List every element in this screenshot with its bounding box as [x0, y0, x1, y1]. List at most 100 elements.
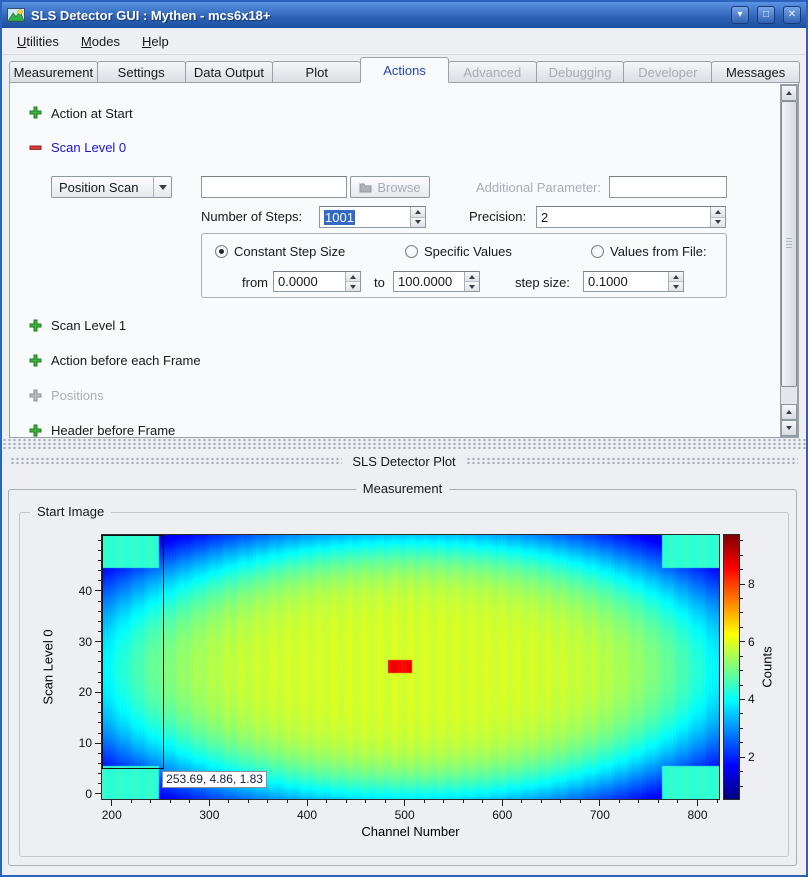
- app-window: SLS Detector GUI : Mythen - mcs6x18+ ▾ □…: [0, 0, 808, 877]
- x-major-tick: [111, 800, 112, 806]
- expand-icon-action-before-each-frame[interactable]: [29, 354, 42, 367]
- positions-label: Positions: [51, 388, 104, 403]
- radio-values-from-file[interactable]: Values from File:: [591, 244, 707, 259]
- spin-up-button[interactable]: [669, 272, 683, 282]
- scroll-down-button[interactable]: [781, 420, 797, 436]
- precision-label: Precision:: [469, 209, 526, 224]
- x-minor-tick: [170, 800, 171, 803]
- colorbar-major-tick: [740, 641, 745, 642]
- spin-up-button[interactable]: [411, 207, 425, 218]
- x-minor-tick: [677, 800, 678, 803]
- plot-dock-titlebar[interactable]: SLS Detector Plot: [2, 450, 806, 472]
- x-minor-tick: [482, 800, 483, 803]
- x-minor-tick: [424, 800, 425, 803]
- menu-modes[interactable]: Modes: [72, 31, 129, 52]
- tab-advanced: Advanced: [448, 61, 537, 83]
- radio-specific-values[interactable]: Specific Values: [405, 244, 512, 259]
- action-at-start-label[interactable]: Action at Start: [51, 106, 133, 121]
- minimize-button[interactable]: ▾: [731, 6, 749, 24]
- tab-actions[interactable]: Actions: [360, 57, 449, 83]
- scan-level-1-label[interactable]: Scan Level 1: [51, 318, 126, 333]
- x-minor-tick: [228, 800, 229, 803]
- from-spinbox[interactable]: 0.0000: [273, 271, 361, 292]
- tab-measurement[interactable]: Measurement: [9, 61, 98, 83]
- y-major-tick: [95, 743, 101, 744]
- x-tick-label: 300: [189, 808, 229, 822]
- spin-down-button[interactable]: [669, 282, 683, 291]
- header-before-frame-label[interactable]: Header before Frame: [51, 423, 175, 438]
- x-major-tick: [599, 800, 600, 806]
- collapse-icon-scan-level-0[interactable]: [29, 141, 42, 154]
- step-size-label: step size:: [515, 275, 570, 290]
- splitter-handle[interactable]: [2, 438, 806, 450]
- x-minor-tick: [131, 800, 132, 803]
- x-minor-tick: [580, 800, 581, 803]
- y-tick-label: 10: [62, 736, 92, 750]
- colorbar-major-tick: [740, 757, 745, 758]
- spin-down-button[interactable]: [346, 282, 360, 291]
- x-minor-tick: [717, 800, 718, 803]
- scroll-up-button[interactable]: [781, 85, 797, 101]
- chevron-down-icon[interactable]: [153, 177, 171, 197]
- y-minor-tick: [98, 672, 101, 673]
- close-button[interactable]: ✕: [783, 6, 801, 24]
- scan-file-input[interactable]: [201, 176, 347, 198]
- x-minor-tick: [619, 800, 620, 803]
- radio-dot-icon: [215, 245, 228, 258]
- menu-utilities[interactable]: Utilities: [8, 31, 68, 52]
- colorbar-minor-tick: [740, 685, 743, 686]
- expand-icon-header-before-frame[interactable]: [29, 424, 42, 437]
- number-of-steps-spinbox[interactable]: 1001: [319, 206, 426, 228]
- spin-up-button[interactable]: [346, 272, 360, 282]
- x-minor-tick: [443, 800, 444, 803]
- spin-down-button[interactable]: [411, 218, 425, 228]
- radio-dot-icon: [405, 245, 418, 258]
- spin-down-button[interactable]: [711, 218, 725, 228]
- to-spinbox[interactable]: 100.0000: [393, 271, 480, 292]
- colorbar-minor-tick: [740, 598, 743, 599]
- tab-plot[interactable]: Plot: [272, 61, 361, 83]
- y-tick-label: 20: [62, 685, 92, 699]
- y-minor-tick: [98, 733, 101, 734]
- menubar: Utilities Modes Help: [2, 28, 806, 55]
- tab-data-output[interactable]: Data Output: [185, 61, 274, 83]
- vertical-scrollbar[interactable]: [780, 84, 798, 437]
- y-minor-tick: [98, 540, 101, 541]
- y-minor-tick: [98, 601, 101, 602]
- x-minor-tick: [541, 800, 542, 803]
- precision-spinbox[interactable]: 2: [536, 206, 726, 228]
- colorbar-tick-label: 2: [748, 750, 755, 764]
- scroll-up-button-bottom[interactable]: [781, 404, 797, 420]
- measurement-group-title: Measurement: [356, 481, 449, 496]
- spin-up-button[interactable]: [711, 207, 725, 218]
- maximize-button[interactable]: □: [757, 6, 775, 24]
- action-before-each-frame-label[interactable]: Action before each Frame: [51, 353, 201, 368]
- zoom-selection-rect: [102, 535, 164, 769]
- colorbar-minor-tick: [740, 728, 743, 729]
- expand-icon-action-at-start[interactable]: [29, 106, 42, 119]
- scan-level-0-label[interactable]: Scan Level 0: [51, 140, 126, 155]
- heatmap-canvas[interactable]: [101, 534, 720, 800]
- scan-mode-select[interactable]: Position Scan: [51, 176, 172, 198]
- additional-parameter-input[interactable]: [609, 176, 727, 198]
- step-size-spinbox[interactable]: 0.1000: [583, 271, 684, 292]
- plot-dock-title: SLS Detector Plot: [352, 454, 455, 469]
- y-minor-tick: [98, 651, 101, 652]
- tab-messages[interactable]: Messages: [711, 61, 800, 83]
- menu-help[interactable]: Help: [133, 31, 178, 52]
- colorbar-minor-tick: [740, 612, 743, 613]
- y-major-tick: [95, 590, 101, 591]
- colorbar-major-tick: [740, 584, 745, 585]
- tab-settings[interactable]: Settings: [97, 61, 186, 83]
- y-minor-tick: [98, 763, 101, 764]
- radio-constant-step-size[interactable]: Constant Step Size: [215, 244, 345, 259]
- scrollbar-thumb[interactable]: [781, 101, 797, 387]
- y-minor-tick: [98, 753, 101, 754]
- colorbar-minor-tick: [740, 627, 743, 628]
- spin-up-button[interactable]: [465, 272, 479, 282]
- titlebar[interactable]: SLS Detector GUI : Mythen - mcs6x18+ ▾ □…: [2, 2, 806, 28]
- window-title: SLS Detector GUI : Mythen - mcs6x18+: [31, 8, 723, 23]
- expand-icon-scan-level-1[interactable]: [29, 319, 42, 332]
- y-major-tick: [95, 793, 101, 794]
- spin-down-button[interactable]: [465, 282, 479, 291]
